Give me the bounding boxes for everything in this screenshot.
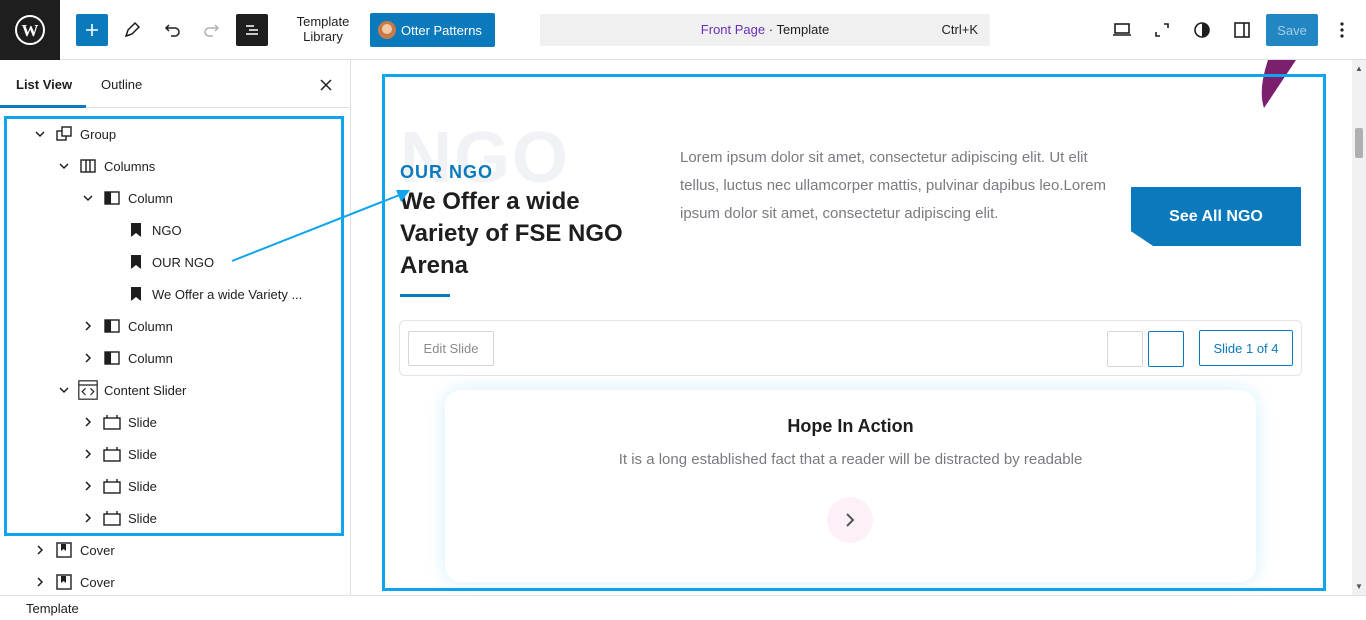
editor-header: W Template Library Otter Patterns Front …	[0, 0, 1366, 60]
active-tab-indicator	[0, 105, 86, 108]
add-block-button[interactable]	[76, 14, 108, 46]
slide-counter: Slide 1 of 4	[1199, 330, 1293, 366]
template-library-line2: Library	[303, 29, 343, 44]
scroll-thumb[interactable]	[1355, 128, 1363, 158]
tree-item-label: Cover	[80, 575, 115, 590]
sidebar-tabs: List View Outline	[0, 60, 350, 108]
document-title-type: Template	[776, 22, 830, 37]
more-options-icon[interactable]	[1326, 14, 1358, 46]
close-icon[interactable]	[316, 75, 336, 95]
edit-slide-button[interactable]: Edit Slide	[408, 331, 494, 366]
chevron-right-icon[interactable]	[34, 576, 46, 588]
save-button[interactable]: Save	[1266, 14, 1318, 46]
document-title-page: Front Page	[700, 22, 766, 37]
otter-avatar-icon	[378, 21, 396, 39]
chevron-right-icon	[846, 513, 855, 527]
tab-list-view[interactable]: List View	[16, 77, 72, 92]
section-headline[interactable]: We Offer a wide Variety of FSE NGO Arena	[400, 186, 660, 282]
breadcrumb-template[interactable]: Template	[26, 601, 79, 616]
slider-prev-button[interactable]	[1107, 331, 1143, 367]
slide-title[interactable]: Hope In Action	[445, 416, 1256, 437]
slide-text[interactable]: It is a long established fact that a rea…	[445, 451, 1256, 468]
desktop-preview-icon[interactable]	[1106, 14, 1138, 46]
undo-icon[interactable]	[156, 14, 188, 46]
canvas-scrollbar[interactable]: ▲ ▼	[1352, 60, 1366, 595]
fullscreen-icon[interactable]	[1146, 14, 1178, 46]
list-view-icon[interactable]	[236, 14, 268, 46]
tree-item-cover[interactable]: Cover	[0, 566, 340, 595]
otter-patterns-label: Otter Patterns	[401, 22, 482, 38]
document-title: Front Page · Template	[540, 22, 990, 37]
edit-pencil-icon[interactable]	[116, 14, 148, 46]
template-library-button[interactable]: Template Library	[284, 14, 362, 46]
tree-item-label: Cover	[80, 543, 115, 558]
scroll-up-icon[interactable]: ▲	[1355, 64, 1363, 73]
list-view-sidebar: List View Outline Group Columns Column NGO O…	[0, 60, 351, 595]
command-shortcut: Ctrl+K	[941, 22, 978, 37]
selection-highlight	[4, 116, 344, 536]
tree-item-cover[interactable]: Cover	[0, 534, 340, 566]
wordpress-logo-icon[interactable]: W	[0, 0, 60, 60]
slider-next-button[interactable]	[1148, 331, 1184, 367]
styles-contrast-icon[interactable]	[1186, 14, 1218, 46]
section-description[interactable]: Lorem ipsum dolor sit amet, consectetur …	[680, 144, 1110, 228]
redo-icon[interactable]	[196, 14, 228, 46]
cover-icon	[54, 540, 74, 560]
scroll-down-icon[interactable]: ▼	[1355, 582, 1363, 591]
svg-text:W: W	[22, 21, 39, 40]
chevron-right-icon[interactable]	[34, 544, 46, 556]
slide-arrow-button[interactable]	[827, 497, 873, 543]
section-eyebrow[interactable]: OUR NGO	[400, 162, 493, 183]
document-title-sep: ·	[765, 22, 777, 37]
template-library-line1: Template	[296, 14, 350, 29]
tab-outline[interactable]: Outline	[101, 77, 142, 92]
settings-sidebar-icon[interactable]	[1226, 14, 1258, 46]
command-palette-bar[interactable]: Front Page · Template Ctrl+K	[540, 14, 990, 46]
block-breadcrumb-bar: Template	[0, 595, 1366, 620]
see-all-ngo-button[interactable]: See All NGO	[1131, 187, 1301, 246]
otter-patterns-button[interactable]: Otter Patterns	[370, 13, 495, 47]
cover-icon	[54, 572, 74, 592]
headline-underline	[400, 294, 450, 297]
